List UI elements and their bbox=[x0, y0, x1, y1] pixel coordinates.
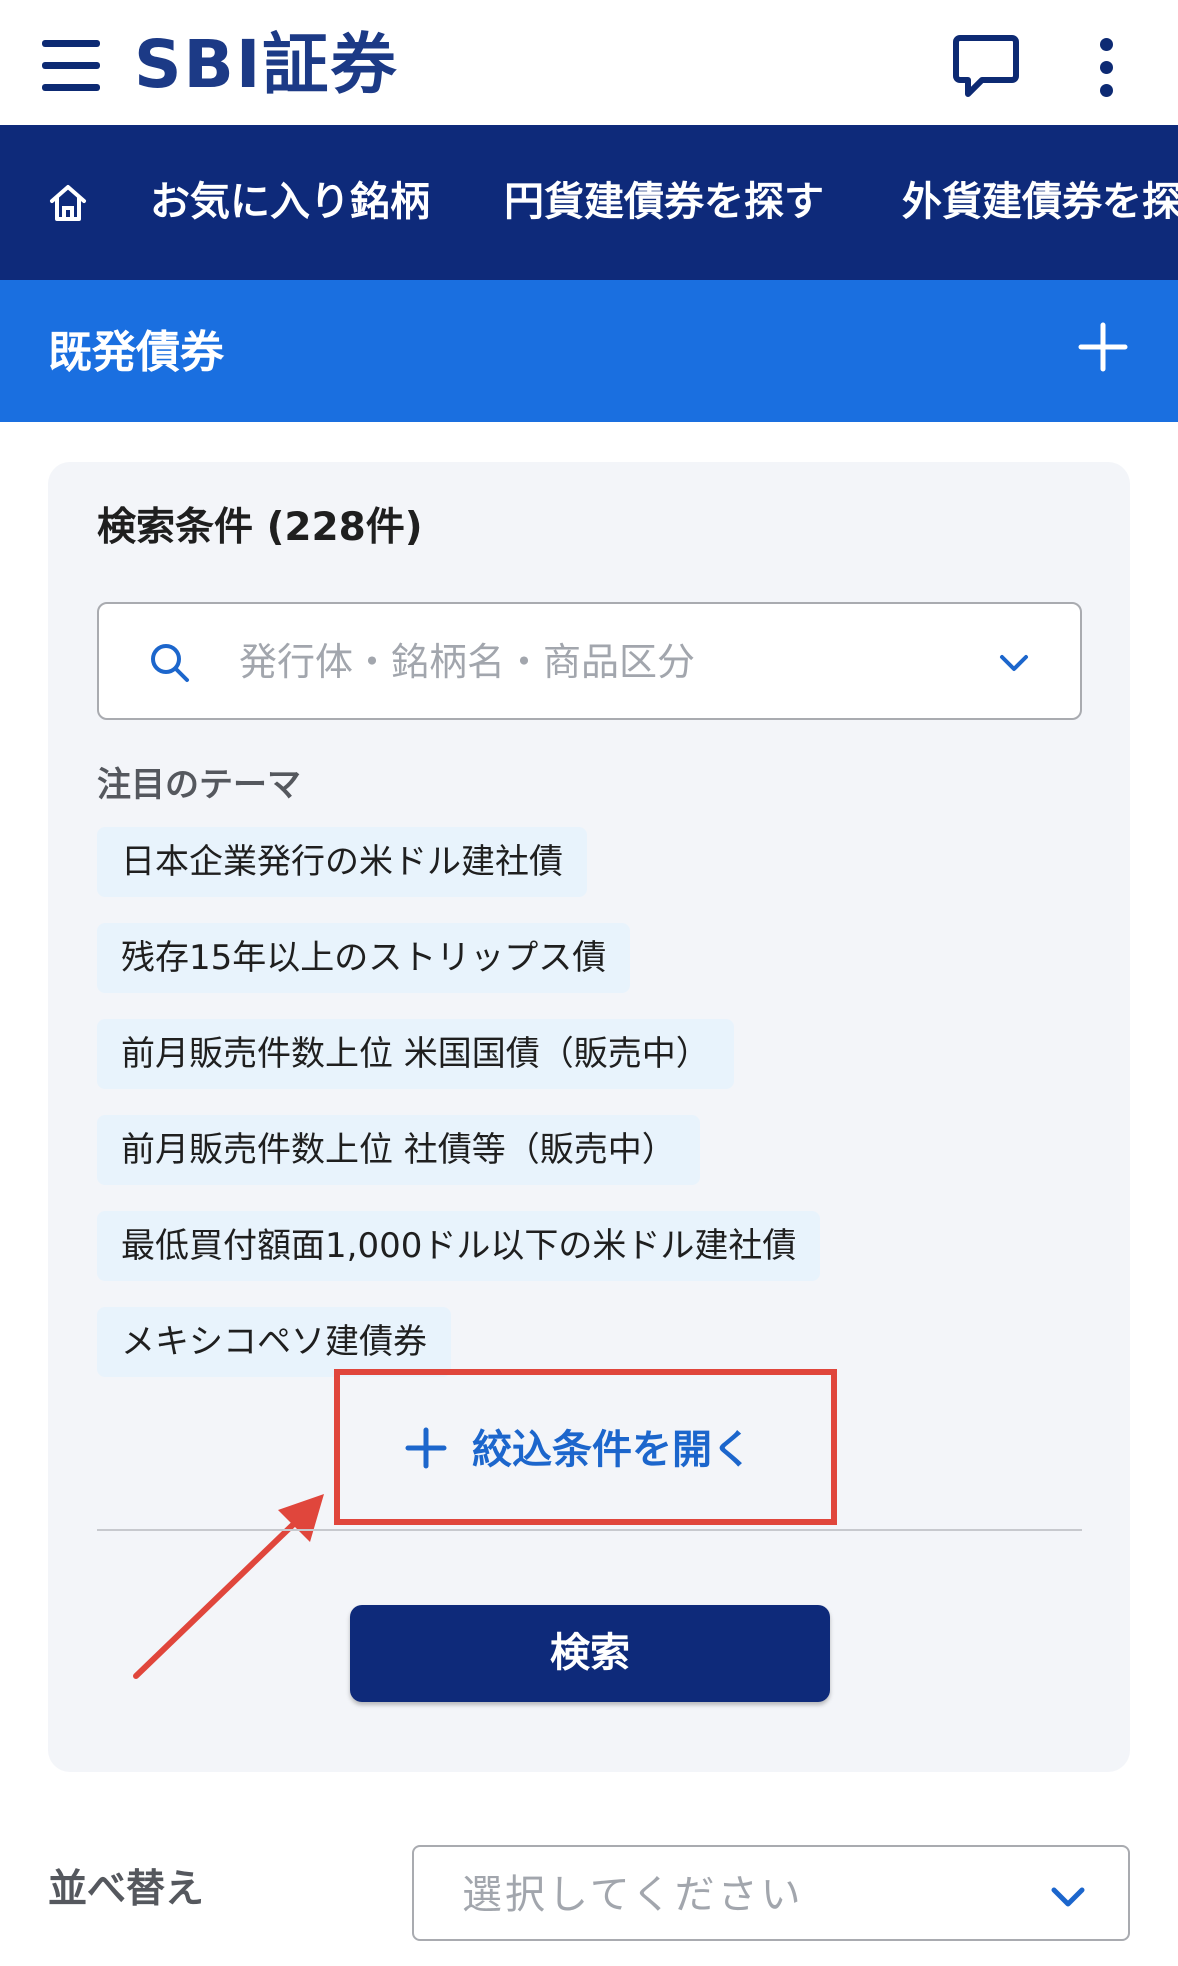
chevron-down-icon[interactable] bbox=[995, 644, 1033, 682]
brand-logo[interactable]: SBI証券 bbox=[134, 20, 398, 110]
search-button[interactable]: 検索 bbox=[350, 1605, 830, 1702]
theme-chip[interactable]: メキシコペソ建債券 bbox=[97, 1307, 451, 1377]
divider bbox=[97, 1529, 1082, 1531]
section-title: 既発債券 bbox=[48, 327, 224, 378]
nav-item-foreign-bonds[interactable]: 外貨建債券を探 bbox=[902, 177, 1178, 227]
plus-icon[interactable] bbox=[1078, 322, 1128, 372]
theme-chip[interactable]: 日本企業発行の米ドル建社債 bbox=[97, 827, 587, 897]
main-nav: お気に入り銘柄 円貨建債券を探す 外貨建債券を探 bbox=[0, 125, 1178, 280]
section-header[interactable]: 既発債券 bbox=[0, 280, 1178, 422]
search-placeholder: 発行体・銘柄名・商品区分 bbox=[239, 640, 696, 684]
highlight-annotation bbox=[334, 1369, 837, 1525]
search-conditions-title: 検索条件 (228件) bbox=[97, 505, 423, 550]
chat-icon[interactable] bbox=[952, 32, 1020, 100]
menu-icon[interactable] bbox=[42, 36, 102, 96]
home-icon[interactable] bbox=[46, 181, 90, 225]
annotation-arrow bbox=[133, 1494, 324, 1679]
sort-select-value: 選択してください bbox=[462, 1872, 804, 1918]
theme-chip[interactable]: 前月販売件数上位 社債等（販売中） bbox=[97, 1115, 700, 1185]
nav-item-favorites[interactable]: お気に入り銘柄 bbox=[150, 177, 430, 227]
chevron-down-icon bbox=[1051, 1887, 1085, 1907]
theme-chip[interactable]: 最低買付額面1,000ドル以下の米ドル建社債 bbox=[97, 1211, 821, 1281]
featured-themes-label: 注目のテーマ bbox=[97, 765, 301, 805]
search-icon bbox=[151, 644, 189, 682]
theme-chip[interactable]: 前月販売件数上位 米国国債（販売中） bbox=[97, 1019, 734, 1089]
sort-label: 並べ替え bbox=[48, 1867, 205, 1912]
theme-chip[interactable]: 残存15年以上のストリップス債 bbox=[97, 923, 631, 993]
more-vertical-icon[interactable] bbox=[1090, 34, 1124, 100]
nav-item-yen-bonds[interactable]: 円貨建債券を探す bbox=[504, 177, 824, 227]
app-header: SBI証券 bbox=[0, 0, 1178, 125]
sort-select[interactable]: 選択してください bbox=[412, 1845, 1130, 1941]
search-input[interactable]: 発行体・銘柄名・商品区分 bbox=[97, 602, 1082, 720]
